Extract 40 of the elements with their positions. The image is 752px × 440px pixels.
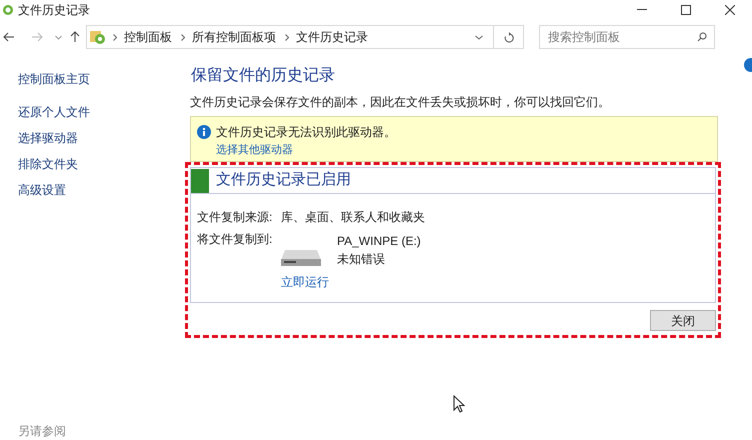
chevron-right-icon	[113, 34, 117, 40]
refresh-icon[interactable]	[504, 32, 514, 42]
description: 文件历史记录会保存文件的副本，因此在文件丢失或损坏时，你可以找回它们。	[190, 94, 611, 111]
breadcrumb[interactable]: 控制面板	[124, 28, 172, 46]
sidebar-link[interactable]: 排除文件夹	[18, 155, 190, 173]
sidebar-link[interactable]: 高级设置	[18, 181, 190, 199]
chevron-right-icon	[181, 34, 185, 40]
maximize-icon[interactable]	[681, 5, 691, 15]
back-arrow-icon[interactable]	[3, 32, 15, 42]
search-icon	[697, 32, 707, 42]
chevron-right-icon	[285, 34, 289, 40]
chevron-down-icon[interactable]	[55, 34, 62, 40]
source-label: 文件复制来源:	[197, 209, 274, 226]
target-label: 将文件复制到:	[197, 231, 274, 248]
chevron-down-icon[interactable]	[475, 34, 483, 40]
close-button[interactable]: 关闭	[650, 310, 716, 331]
notice-message: 文件历史记录无法识别此驱动器。	[216, 124, 396, 141]
file-history-icon	[90, 30, 106, 44]
sidebar-link[interactable]: 控制面板主页	[18, 70, 190, 88]
sidebar-link[interactable]: 选择驱动器	[18, 129, 190, 147]
drive-icon	[281, 248, 321, 266]
see-also-label: 另请参阅	[18, 423, 67, 440]
sidebar-link[interactable]: 还原个人文件	[18, 103, 190, 121]
breadcrumb[interactable]: 文件历史记录	[296, 28, 368, 46]
drive-name: PA_WINPE (E:)	[337, 233, 421, 250]
breadcrumb[interactable]: 所有控制面板项	[192, 28, 276, 46]
minimize-icon[interactable]	[637, 9, 647, 11]
window-title: 文件历史记录	[18, 2, 90, 19]
status-title: 文件历史记录已启用	[216, 170, 351, 190]
source-value: 库、桌面、联系人和收藏夹	[281, 209, 425, 226]
address-bar[interactable]: 控制面板 所有控制面板项 文件历史记录	[86, 25, 524, 49]
page-heading: 保留文件的历史记录	[190, 66, 336, 86]
mouse-pointer-icon	[453, 395, 465, 413]
search-field[interactable]: 搜索控制面板	[539, 25, 715, 49]
drive-status: 未知错误	[337, 251, 386, 268]
close-icon[interactable]	[725, 5, 735, 15]
up-arrow-icon[interactable]	[70, 31, 80, 43]
info-icon	[197, 125, 211, 139]
run-now-link[interactable]: 立即运行	[281, 273, 329, 291]
choose-drive-link[interactable]: 选择其他驱动器	[216, 142, 711, 158]
